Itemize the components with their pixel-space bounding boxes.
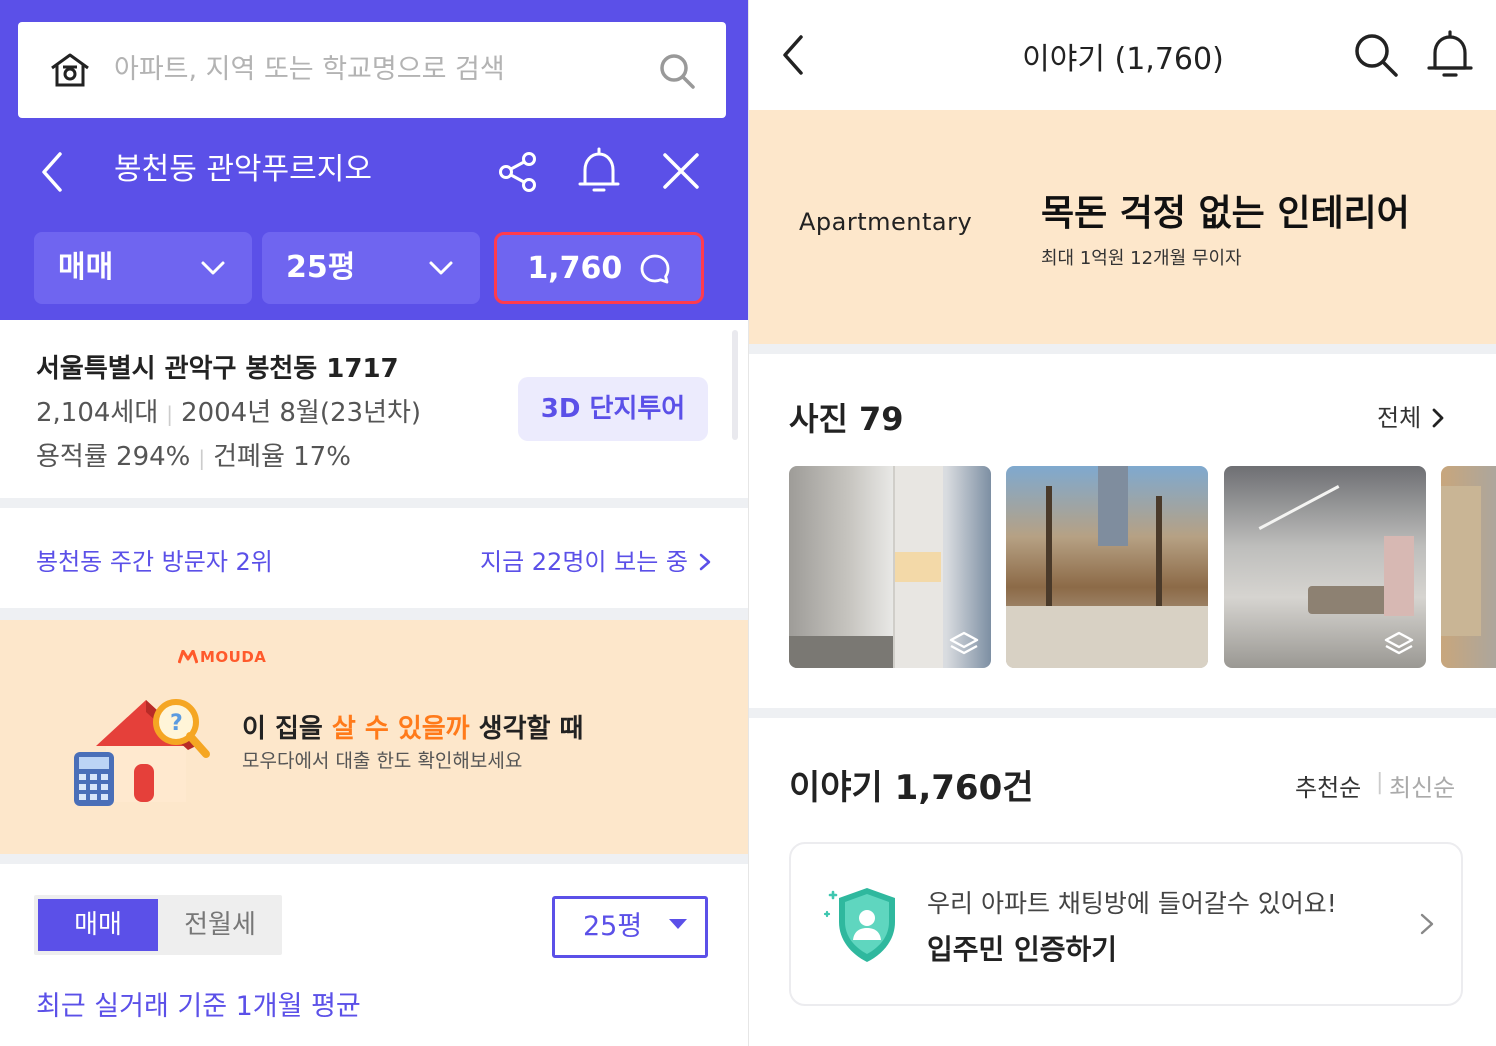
building-coverage: 건폐율 17% [213,442,351,472]
ad-headline-pre: 이 집을 [242,714,332,744]
banner-headline: 목돈 걱정 없는 인테리어 [1041,193,1410,234]
ad-headline: 이 집을 살 수 있을까 생각할 때 [242,708,583,745]
complex-name: 봉천동 관악푸르지오 [114,152,372,187]
recent-average-label: 최근 실거래 기준 1개월 평균 [36,991,361,1022]
photo-building [1098,466,1128,546]
banner-subtext: 최대 1억원 12개월 무이자 [1041,248,1242,269]
floor-area-ratio: 용적률 294% [36,442,191,472]
size-label: 25평 [286,250,356,285]
current-viewers[interactable]: 지금 22명이 보는 중 [480,542,712,577]
photo-shelf [895,552,941,582]
size-select[interactable]: 25평 [552,896,708,958]
complex-ratio-line: 용적률 294% | 건폐율 17% [36,436,351,473]
ad-headline-post: 생각할 때 [469,714,584,744]
bell-icon[interactable] [576,146,622,196]
mouda-logo: MOUDA [177,648,267,666]
verify-description: 우리 아파트 채팅방에 들어갈수 있어요! [927,889,1337,918]
section-divider [749,708,1496,718]
tab-sale[interactable]: 매매 [38,899,158,951]
household-count: 2,104세대 [36,398,159,428]
photo-view-all-label: 전체 [1377,404,1422,432]
photo-thumbnail[interactable] [1224,466,1426,668]
size-select-value: 25평 [583,911,643,942]
shield-icon [823,888,895,962]
tab-rent[interactable]: 전월세 [158,895,282,955]
trade-tabs: 매매 전월세 [34,895,282,955]
mouda-brand: MOUDA [200,648,267,666]
chevron-down-icon [429,261,453,275]
share-icon[interactable] [496,150,540,194]
complex-address: 서울특별시 관악구 봉천동 1717 [36,354,399,384]
interior-ad-banner[interactable]: Apartmentary 목돈 걱정 없는 인테리어 최대 1억원 12개월 무… [749,110,1496,344]
photo-view-all-link[interactable]: 전체 [1377,398,1445,433]
separator: | [166,402,174,426]
photo-section-title: 사진 79 [789,400,904,438]
verify-title: 입주민 인증하기 [927,933,1118,966]
search-icon[interactable] [1353,32,1399,78]
ad-headline-highlight: 살 수 있을까 [331,714,470,744]
section-divider [0,608,748,620]
chevron-down-icon [201,261,225,275]
sort-newest[interactable]: 최신순 [1389,768,1455,803]
speech-bubble-icon [640,254,670,283]
photo-wall [1384,536,1414,616]
trade-type-dropdown[interactable]: 매매 [34,232,252,304]
photo-trunk [1046,486,1052,626]
photo-thumbnail[interactable] [789,466,991,668]
complex-header: 아파트, 지역 또는 학교명으로 검색 봉천동 관악푸르지오 매매 25평 1,… [0,0,748,320]
search-icon[interactable] [658,52,696,90]
visitor-row[interactable]: 봉천동 주간 방문자 2위 지금 22명이 보는 중 [0,508,748,608]
visitor-rank: 봉천동 주간 방문자 2위 [36,548,273,576]
close-icon[interactable] [660,150,702,192]
build-year: 2004년 8월(23년차) [181,398,422,428]
section-divider [749,344,1496,354]
3d-tour-button[interactable]: 3D 단지투어 [518,377,708,441]
chevron-right-icon [1420,913,1434,935]
house-calculator-illustration: ? [74,699,210,806]
sort-recommended[interactable]: 추천순 [1295,768,1361,803]
sort-separator: | [1376,770,1384,795]
search-input[interactable]: 아파트, 지역 또는 학교명으로 검색 [114,50,505,90]
story-count-heading: 이야기 1,760건 [789,768,1034,808]
apartmentary-logo: Apartmentary [799,208,973,236]
story-panel: 이야기 (1,760) Apartmentary 목돈 걱정 없는 인테리어 최… [748,0,1496,1046]
chevron-right-icon [699,553,711,571]
photo-path [1006,606,1208,668]
ad-subtext: 모우다에서 대출 한도 확인해보세요 [242,750,523,772]
caret-down-icon [669,919,687,929]
photo-ceiling-light [1258,485,1340,530]
loan-ad-banner[interactable]: MOUDA ? 이 집을 살 수 있을까 생각할 때 모우다에서 대출 한도 확… [0,620,748,854]
complex-info: 서울특별시 관악구 봉천동 1717 2,104세대 | 2004년 8월(23년차… [0,320,748,498]
story-count-button[interactable]: 1,760 [494,232,704,304]
trade-type-label: 매매 [58,250,114,285]
size-dropdown[interactable]: 25평 [262,232,480,304]
chevron-right-icon [1432,408,1444,428]
photo-thumbnail[interactable] [1006,466,1208,668]
back-icon[interactable] [36,148,68,196]
complex-info-line: 2,104세대 | 2004년 8월(23년차) [36,392,421,429]
resident-verify-card[interactable]: 우리 아파트 채팅방에 들어갈수 있어요! 입주민 인증하기 [789,842,1463,1006]
complex-detail-panel: 아파트, 지역 또는 학교명으로 검색 봉천동 관악푸르지오 매매 25평 1,… [0,0,748,1046]
separator: | [198,446,206,470]
mouda-logo-icon [177,649,199,664]
vr-layers-icon [1384,631,1414,655]
photo-apartment-building [1441,486,1481,636]
svg-text:?: ? [170,711,183,736]
photo-thumbnail[interactable] [1441,466,1496,668]
bell-icon[interactable] [1425,30,1475,80]
story-count-label: 1,760 [527,250,623,286]
home-icon [51,53,89,87]
section-divider [0,498,748,508]
search-bar[interactable]: 아파트, 지역 또는 학교명으로 검색 [18,22,726,118]
current-viewers-label: 지금 22명이 보는 중 [480,548,688,576]
vr-layers-icon [949,631,979,655]
section-divider [0,854,748,864]
photo-floor [789,636,893,668]
